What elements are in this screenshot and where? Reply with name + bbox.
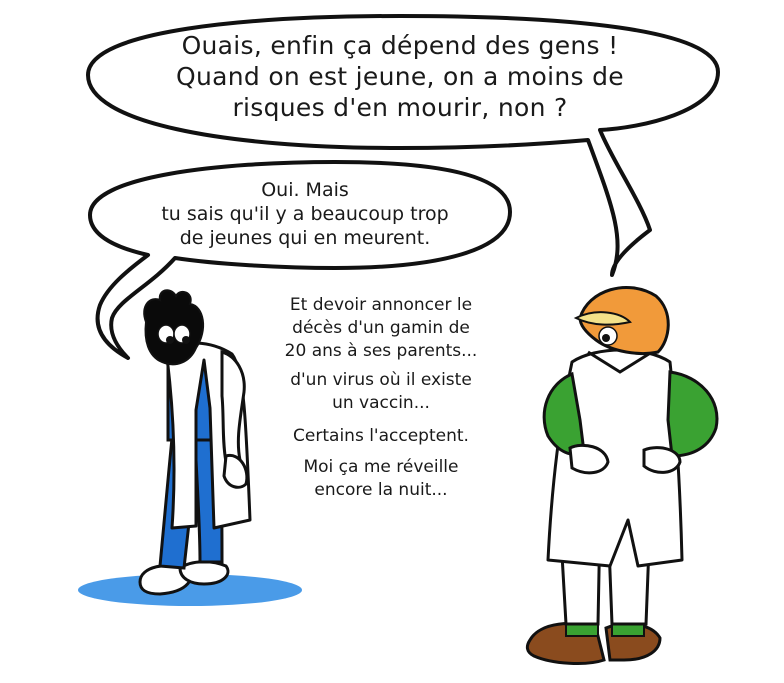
narration-line: Certains l'acceptent.: [293, 426, 469, 446]
narration-block-4: Moi ça me réveille encore la nuit...: [250, 456, 512, 502]
narration-line: un vaccin...: [332, 393, 430, 413]
narration-block-3: Certains l'acceptent.: [250, 425, 512, 448]
narration-line: d'un virus où il existe: [290, 370, 472, 390]
narration-text: Et devoir annoncer le décès d'un gamin d…: [250, 294, 512, 502]
comic-panel: Ouais, enfin ça dépend des gens ! Quand …: [0, 0, 784, 683]
speech-line: Quand on est jeune, on a moins de: [176, 62, 624, 91]
narration-line: encore la nuit...: [314, 480, 448, 500]
sleeve-right: [666, 370, 719, 458]
speech-line: Ouais, enfin ça dépend des gens !: [181, 31, 619, 60]
doctor-right: [525, 286, 719, 665]
head-left: [143, 289, 205, 366]
narration-line: Moi ça me réveille: [303, 457, 459, 477]
speech-line: risques d'en mourir, non ?: [232, 93, 568, 122]
narration-line: 20 ans à ses parents...: [284, 341, 478, 361]
speech-line: de jeunes qui en meurent.: [179, 227, 431, 249]
narration-line: Et devoir annoncer le: [289, 295, 473, 315]
narration-block-1: Et devoir annoncer le décès d'un gamin d…: [250, 294, 512, 363]
speech-line: tu sais qu'il y a beaucoup trop: [161, 203, 449, 225]
narration-line: décès d'un gamin de: [292, 318, 470, 338]
narration-block-2: d'un virus où il existe un vaccin...: [250, 369, 512, 415]
speech-text-top: Ouais, enfin ça dépend des gens ! Quand …: [100, 30, 700, 123]
speech-line: Oui. Mais: [261, 179, 349, 201]
speech-text-left: Oui. Mais tu sais qu'il y a beaucoup tro…: [110, 178, 500, 250]
